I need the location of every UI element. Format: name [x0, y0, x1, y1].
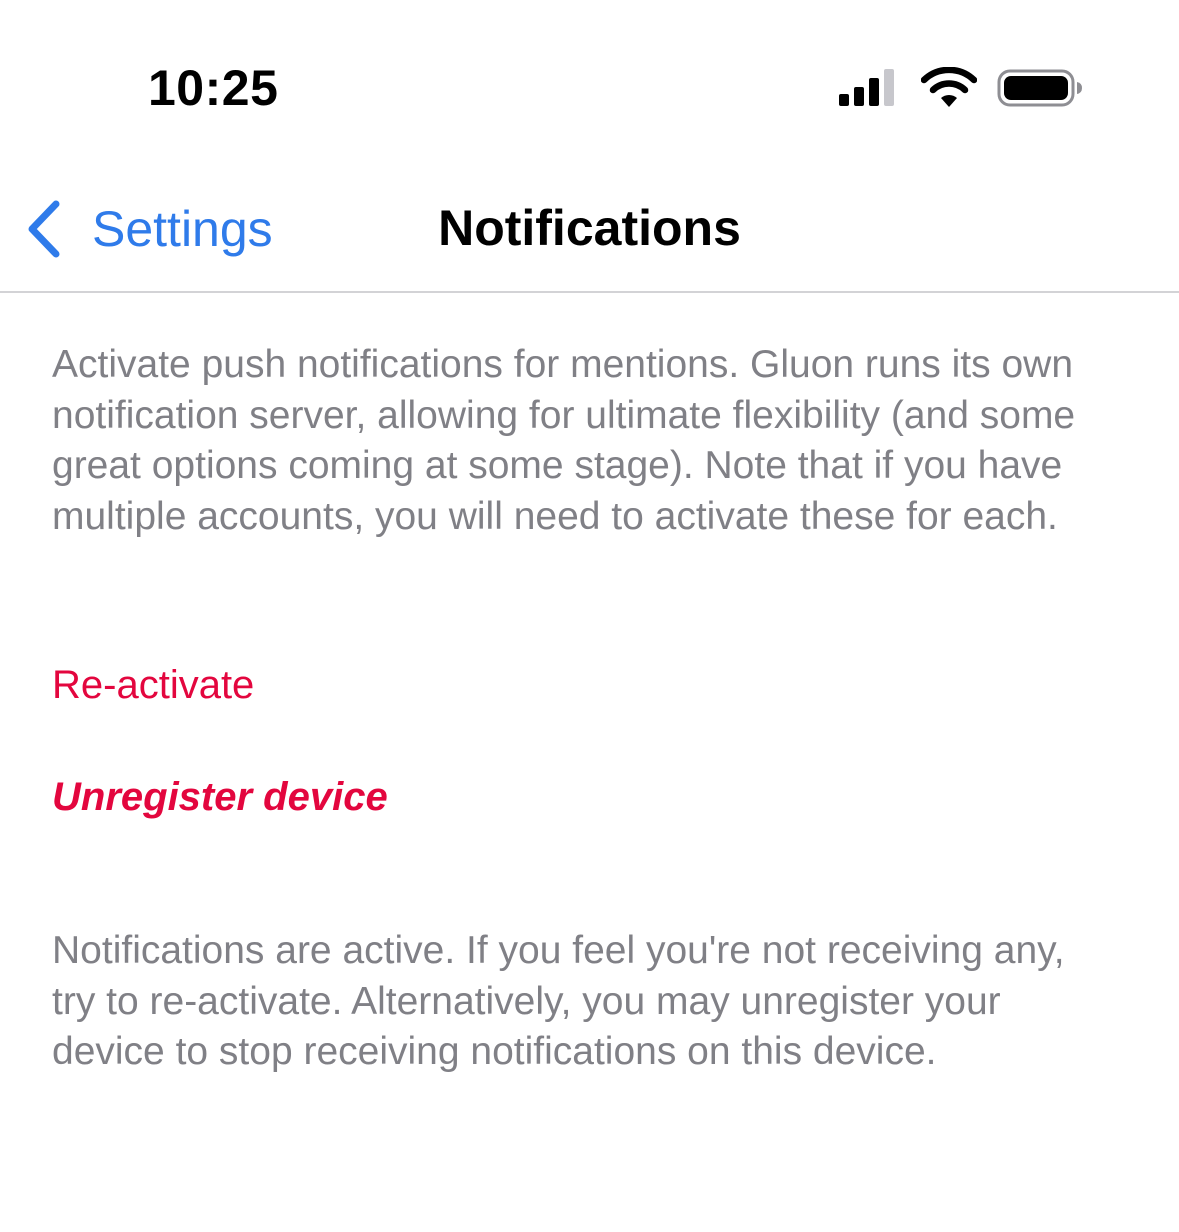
status-time: 10:25	[148, 60, 279, 116]
notifications-screen: 10:25 Settings Notifications Activate pu…	[0, 0, 1179, 1232]
intro-description: Activate push notifications for mentions…	[52, 343, 1076, 538]
status-icons	[839, 66, 1083, 110]
cellular-signal-icon	[839, 69, 894, 106]
reactivate-button[interactable]: Re-activate	[52, 660, 254, 710]
wifi-icon	[921, 67, 977, 107]
battery-icon	[997, 69, 1082, 107]
navigation-bar: Settings Notifications	[0, 150, 1179, 293]
notifications-content: Activate push notifications for mentions…	[52, 340, 1132, 1073]
unregister-device-button[interactable]: Unregister device	[52, 772, 388, 822]
status-message: Notifications are active. If you feel yo…	[52, 929, 1065, 1073]
status-bar: 10:25	[0, 0, 1179, 150]
page-title: Notifications	[438, 200, 741, 256]
